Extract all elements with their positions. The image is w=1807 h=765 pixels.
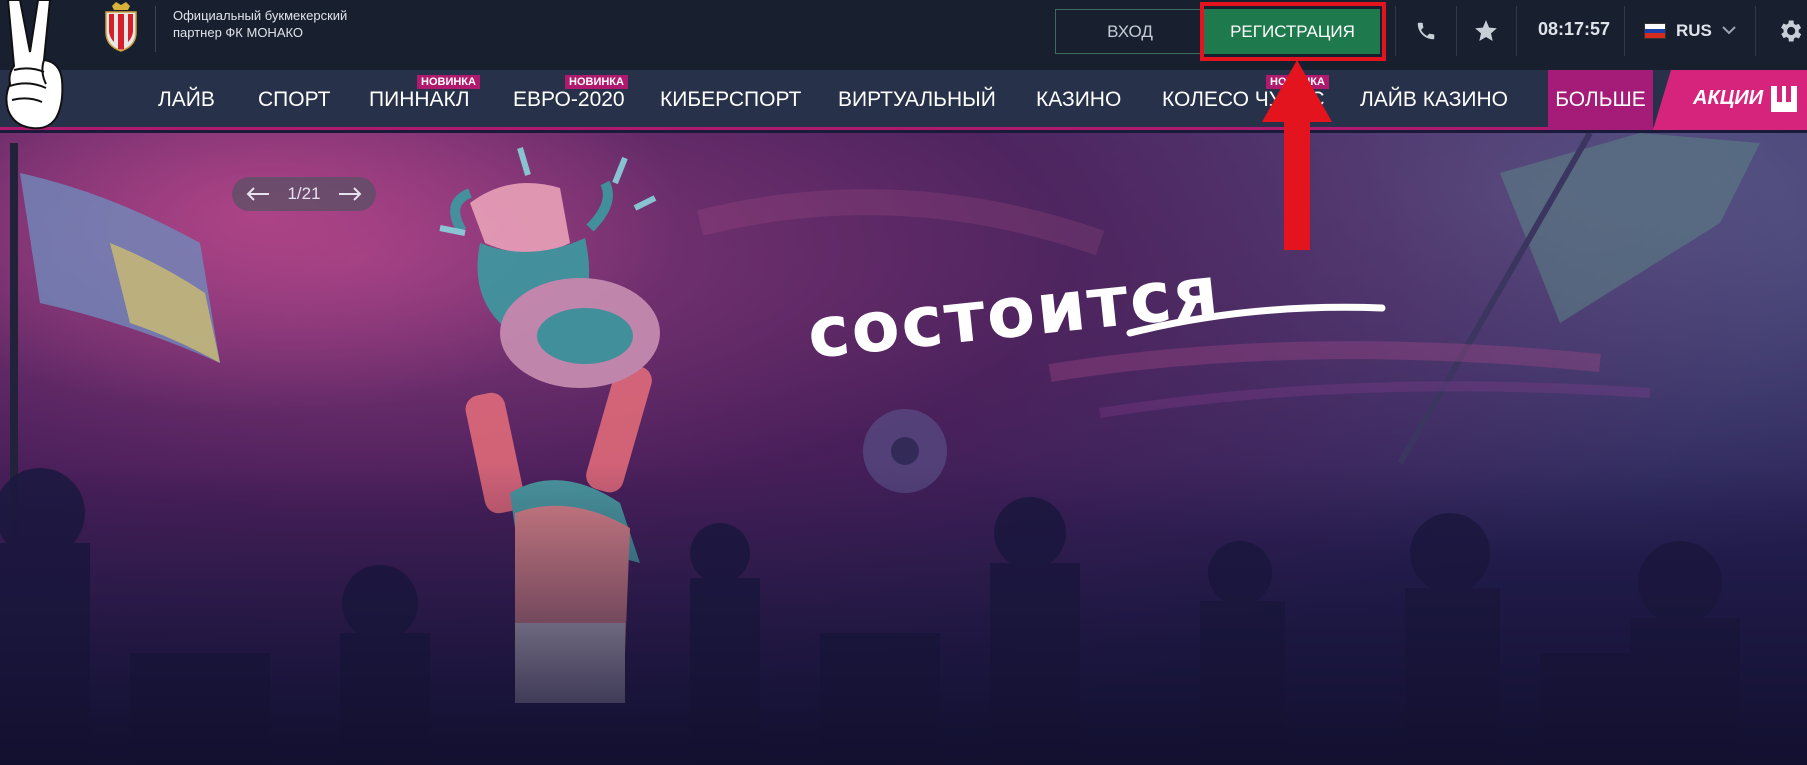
nav-item-label: ВИРТУАЛЬНЫЙ <box>838 88 996 111</box>
hero-banner[interactable]: 1/21 состоится <box>0 133 1807 765</box>
divider <box>1395 6 1396 56</box>
divider <box>1755 6 1756 56</box>
language-selector[interactable]: RUS <box>1644 13 1744 49</box>
new-badge: НОВИНКА <box>565 75 628 89</box>
nav-item-live[interactable]: ЛАЙВ <box>158 70 215 130</box>
phone-icon[interactable] <box>1406 12 1446 50</box>
nav-item-esports[interactable]: КИБЕРСПОРТ <box>660 70 801 130</box>
main-nav: ЛАЙВ СПОРТ ПИННАКЛ НОВИНКА ЕВРО-2020 НОВ… <box>0 70 1807 130</box>
nav-item-live-casino[interactable]: ЛАЙВ КАЗИНО <box>1360 70 1508 130</box>
hero-illustration <box>0 133 1807 765</box>
divider <box>1456 6 1457 56</box>
divider <box>155 6 156 52</box>
chevron-down-icon <box>1722 22 1736 40</box>
top-bar: Официальный букмекерский партнер ФК МОНА… <box>0 0 1807 70</box>
promotions-button[interactable]: АКЦИИ <box>1653 70 1807 130</box>
nav-item-casino[interactable]: КАЗИНО <box>1036 70 1121 130</box>
partner-text-line1: Официальный букмекерский <box>173 8 348 23</box>
star-icon[interactable] <box>1466 12 1506 50</box>
partner-text: Официальный букмекерский партнер ФК МОНА… <box>173 7 393 41</box>
nav-item-label: КАЗИНО <box>1036 88 1122 111</box>
nav-item-virtual[interactable]: ВИРТУАЛЬНЫЙ <box>838 70 996 130</box>
annotation-arrow-up-icon <box>1262 60 1332 250</box>
monaco-crest-logo[interactable] <box>102 2 140 52</box>
language-code: RUS <box>1676 21 1712 40</box>
nav-item-euro-2020[interactable]: ЕВРО-2020 НОВИНКА <box>513 70 628 130</box>
gear-icon[interactable] <box>1770 12 1807 50</box>
nav-item-label: ЛАЙВ КАЗИНО <box>1360 88 1509 111</box>
nav-item-label: ПИННАКЛ <box>369 88 470 111</box>
divider <box>1624 6 1625 56</box>
russia-flag-icon <box>1644 23 1666 39</box>
nav-item-label: ЛАЙВ <box>158 88 215 111</box>
nav-item-sport[interactable]: СПОРТ <box>258 70 331 130</box>
annotation-highlight-box <box>1200 2 1386 61</box>
partner-text-line2: партнер ФК МОНАКО <box>173 25 304 40</box>
arrow-right-icon[interactable] <box>336 184 364 204</box>
slide-counter: 1/21 <box>287 184 321 203</box>
nav-item-pinnacle[interactable]: ПИННАКЛ НОВИНКА <box>369 70 480 130</box>
clock: 08:17:57 <box>1537 19 1611 39</box>
arrow-left-icon[interactable] <box>244 184 272 204</box>
nav-item-label: КИБЕРСПОРТ <box>660 88 802 111</box>
nav-item-label: СПОРТ <box>258 88 331 111</box>
promotions-label: АКЦИИ <box>1693 87 1764 109</box>
divider <box>1516 6 1517 56</box>
more-button[interactable]: БОЛЬШЕ <box>1548 70 1653 130</box>
login-button[interactable]: ВХОД <box>1055 9 1205 54</box>
brand-logo[interactable] <box>0 0 72 132</box>
nav-item-label: ЕВРО-2020 <box>513 88 625 111</box>
slider-controls: 1/21 <box>232 177 376 211</box>
new-badge: НОВИНКА <box>417 75 480 89</box>
